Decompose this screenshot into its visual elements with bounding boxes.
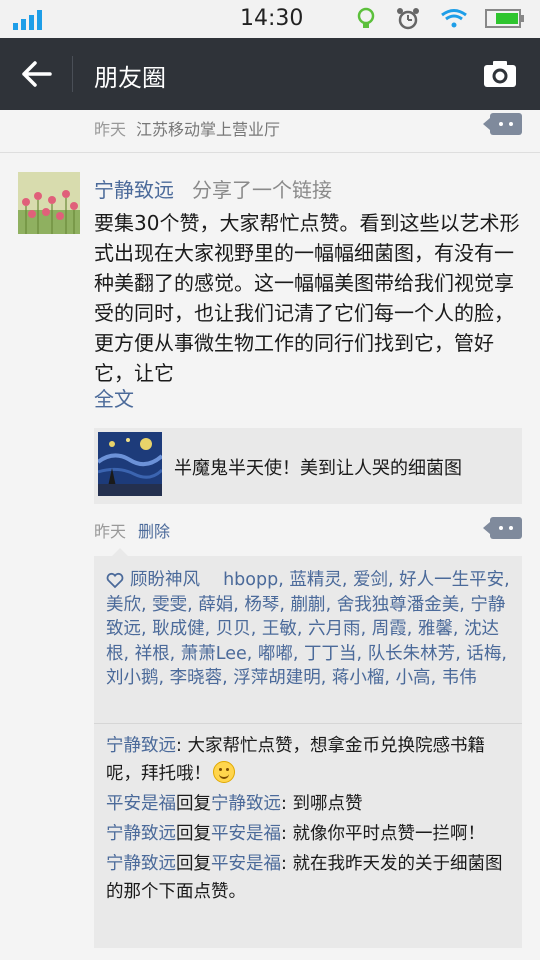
heart-icon [106,572,124,588]
like-name[interactable]: 雅馨 [418,619,453,639]
reply-word: 回复 [176,854,211,874]
post-separator [0,152,540,153]
post-header: 宁静致远 分享了一个链接 [94,174,332,203]
comment-item: 宁静致远: 大家帮忙点赞，想拿金币兑换院感书籍呢，拜托哦！ [106,736,485,784]
previous-post-time: 昨天 [94,120,127,139]
like-name[interactable]: 顾盼神风 [130,570,200,590]
comment-item: 宁静致远回复平安是福: 就在我昨天发的关于细菌图的那个下面点赞。 [106,854,503,902]
like-name[interactable]: 杨琴 [244,595,279,615]
link-title: 半魔鬼半天使！美到让人哭的细菌图 [174,458,462,479]
title-divider [72,56,73,92]
like-name[interactable]: 萧萧Lee [181,644,247,664]
signal-icon [13,10,42,30]
alarm-icon [397,8,419,30]
like-name[interactable]: 周霞 [372,619,407,639]
status-bar: 14:30 [0,0,540,38]
status-icons [357,7,524,30]
post-time: 昨天 [94,522,127,541]
like-name[interactable]: 祥根 [135,644,170,664]
avatar[interactable] [18,172,80,234]
previous-post-meta: 昨天 江苏移动掌上营业厅 [94,116,280,140]
comment-text: 就像你平时点赞一拦啊！ [292,824,485,844]
comment-author[interactable]: 平安是福 [106,794,176,814]
like-name[interactable]: 薛娟 [198,595,233,615]
like-name[interactable]: 蒋小榴 [332,668,385,688]
comment-author[interactable]: 宁静致远 [106,824,176,844]
post-meta: 昨天 删除 [94,518,170,542]
comment-author[interactable]: 宁静致远 [106,854,176,874]
like-name[interactable]: 嘟嘟 [258,644,293,664]
likes-list: 顾盼神风 hbopp, 蓝精灵, 爱剑, 好人一生平安, 美欣, 雯雯, 薛娟,… [106,570,510,689]
comment-reply-to[interactable]: 平安是福 [211,854,281,874]
full-text-link[interactable]: 全文 [94,383,134,412]
like-name[interactable]: 韦伟 [442,668,477,688]
like-name[interactable]: 好人一生平安 [399,570,504,590]
comment-reply-to[interactable]: 平安是福 [211,824,281,844]
page-title: 朋友圈 [94,64,166,92]
comment-item: 宁静致远回复平安是福: 就像你平时点赞一拦啊！ [106,824,485,844]
like-name[interactable]: 蒯蒯 [291,595,326,615]
like-name[interactable]: 六月雨 [308,619,361,639]
like-name[interactable]: 丁丁当 [304,644,357,664]
camera-icon[interactable] [482,58,518,90]
comment-item: 平安是福回复宁静致远: 到哪点赞 [106,794,363,814]
like-name[interactable]: 耿成健 [152,619,205,639]
like-name[interactable]: 浮萍胡建明 [233,668,321,688]
comment-icon[interactable] [483,113,522,135]
post-author[interactable]: 宁静致远 [94,178,174,202]
post-text: 要集30个赞，大家帮忙点赞。看到这些以艺术形式出现在大家视野里的一幅幅细菌图，有… [94,211,520,385]
title-bar: 朋友圈 [0,38,540,110]
battery-icon [485,9,524,28]
reply-word: 回复 [176,824,211,844]
like-name[interactable]: 舍我独尊潘金美 [337,595,460,615]
likes-divider [94,723,522,724]
like-name[interactable]: 王敏 [262,619,297,639]
like-name[interactable]: 李晓蓉 [170,668,223,688]
comment-reply-to[interactable]: 宁静致远 [211,794,281,814]
like-name[interactable]: 美欣 [106,595,141,615]
like-name[interactable]: 小高 [396,668,431,688]
like-name[interactable]: 刘小鹅 [106,668,159,688]
comment-icon[interactable] [483,517,522,539]
link-thumbnail [98,432,162,496]
reply-word: 回复 [176,794,211,814]
like-name[interactable]: 雯雯 [152,595,187,615]
like-name[interactable]: 爱剑 [353,570,388,590]
like-name[interactable]: 贝贝 [216,619,251,639]
bulb-icon [357,7,375,28]
wifi-icon [441,9,467,28]
smile-emoji-icon [213,761,235,783]
comment-author[interactable]: 宁静致远 [106,736,176,756]
post-action: 分享了一个链接 [192,178,332,202]
shared-link-card[interactable]: 半魔鬼半天使！美到让人哭的细菌图 [94,428,522,504]
status-time: 14:30 [240,6,304,31]
like-name[interactable]: 蓝精灵 [289,570,342,590]
previous-post-source[interactable]: 江苏移动掌上营业厅 [136,120,280,139]
comment-text: 到哪点赞 [292,794,363,814]
likes-comments-panel: 顾盼神风 hbopp, 蓝精灵, 爱剑, 好人一生平安, 美欣, 雯雯, 薛娟,… [94,548,522,948]
comments-list: 宁静致远: 大家帮忙点赞，想拿金币兑换院感书籍呢，拜托哦！ 平安是福回复宁静致远… [106,732,514,908]
like-name[interactable]: 话梅 [466,644,501,664]
delete-button[interactable]: 删除 [138,522,170,541]
like-name[interactable]: 队长朱林芳 [368,644,456,664]
back-arrow-icon[interactable] [18,58,54,90]
like-name[interactable]: hbopp [223,570,278,590]
